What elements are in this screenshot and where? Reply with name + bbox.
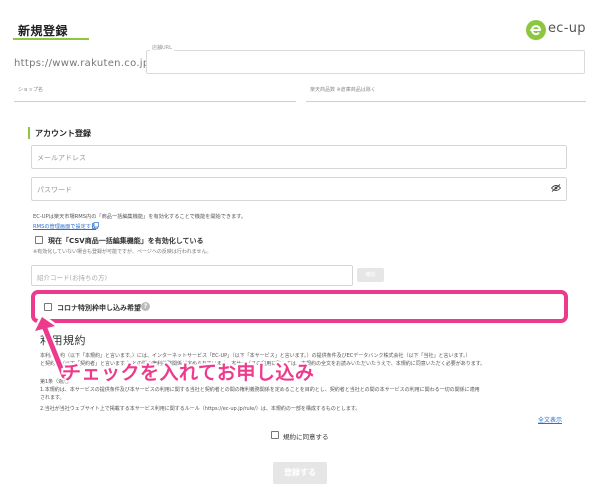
agree-terms-checkbox[interactable] xyxy=(271,431,279,439)
terms-full-text-link[interactable]: 全文表示 xyxy=(538,415,562,424)
password-field[interactable] xyxy=(31,177,567,201)
account-section-title: アカウント登録 xyxy=(35,129,91,138)
rms-info-text: EC-UPは楽天市場RMS内の「商品一括編集機能」を有効化することで機能を開始で… xyxy=(33,214,247,220)
rms-settings-link[interactable]: RMSの管理画面で設定する xyxy=(33,223,96,230)
csv-enabled-checkbox[interactable] xyxy=(35,236,43,244)
csv-enabled-label: 現在「CSV商品一括編集機能」を有効化している xyxy=(48,237,204,245)
annotation-callout: チェックを入れてお申し込み xyxy=(62,362,315,384)
item-count-label: 楽天商品数 ※倉庫商品は除く xyxy=(310,87,376,93)
shop-url-label: 店舗URL xyxy=(150,44,174,51)
shop-url-prefix: https://www.rakuten.co.jp/ xyxy=(14,58,154,69)
title-underline xyxy=(13,38,89,40)
terms-line: 1.本規約は、本サービスの提供条件及び本サービスの利用に関する当社と契約者との間… xyxy=(40,387,480,393)
shop-name-input[interactable] xyxy=(14,101,296,102)
shop-name-label: ショップ名 xyxy=(18,87,44,93)
item-count-input[interactable] xyxy=(306,101,586,102)
password-placeholder: パスワード xyxy=(37,186,72,194)
external-link-icon xyxy=(92,222,99,229)
register-button[interactable]: 登録する xyxy=(273,462,327,484)
section-accent-bar xyxy=(28,127,30,139)
email-field[interactable] xyxy=(31,145,567,169)
agree-terms-label: 規約に同意する xyxy=(283,433,329,441)
referral-code-placeholder: 紹介コード(お持ちの方) xyxy=(37,274,108,282)
email-placeholder: メールアドレス xyxy=(37,154,86,162)
help-icon[interactable]: ? xyxy=(141,302,150,311)
eye-off-icon[interactable] xyxy=(551,184,561,192)
page-title: 新規登録 xyxy=(18,24,69,38)
terms-line: 2.当社が当社ウェブサイト上で掲載する本サービス利用に関するルール（https:… xyxy=(40,406,361,412)
csv-enabled-note: ※有効化していない場合も登録が可能ですが、ページへの反映は行われません。 xyxy=(33,249,212,255)
terms-line: されます。 xyxy=(40,395,65,401)
logo-text: ec-up xyxy=(548,21,586,36)
shop-url-input[interactable] xyxy=(146,50,585,74)
confirm-referral-button[interactable]: 確認 xyxy=(357,268,384,282)
